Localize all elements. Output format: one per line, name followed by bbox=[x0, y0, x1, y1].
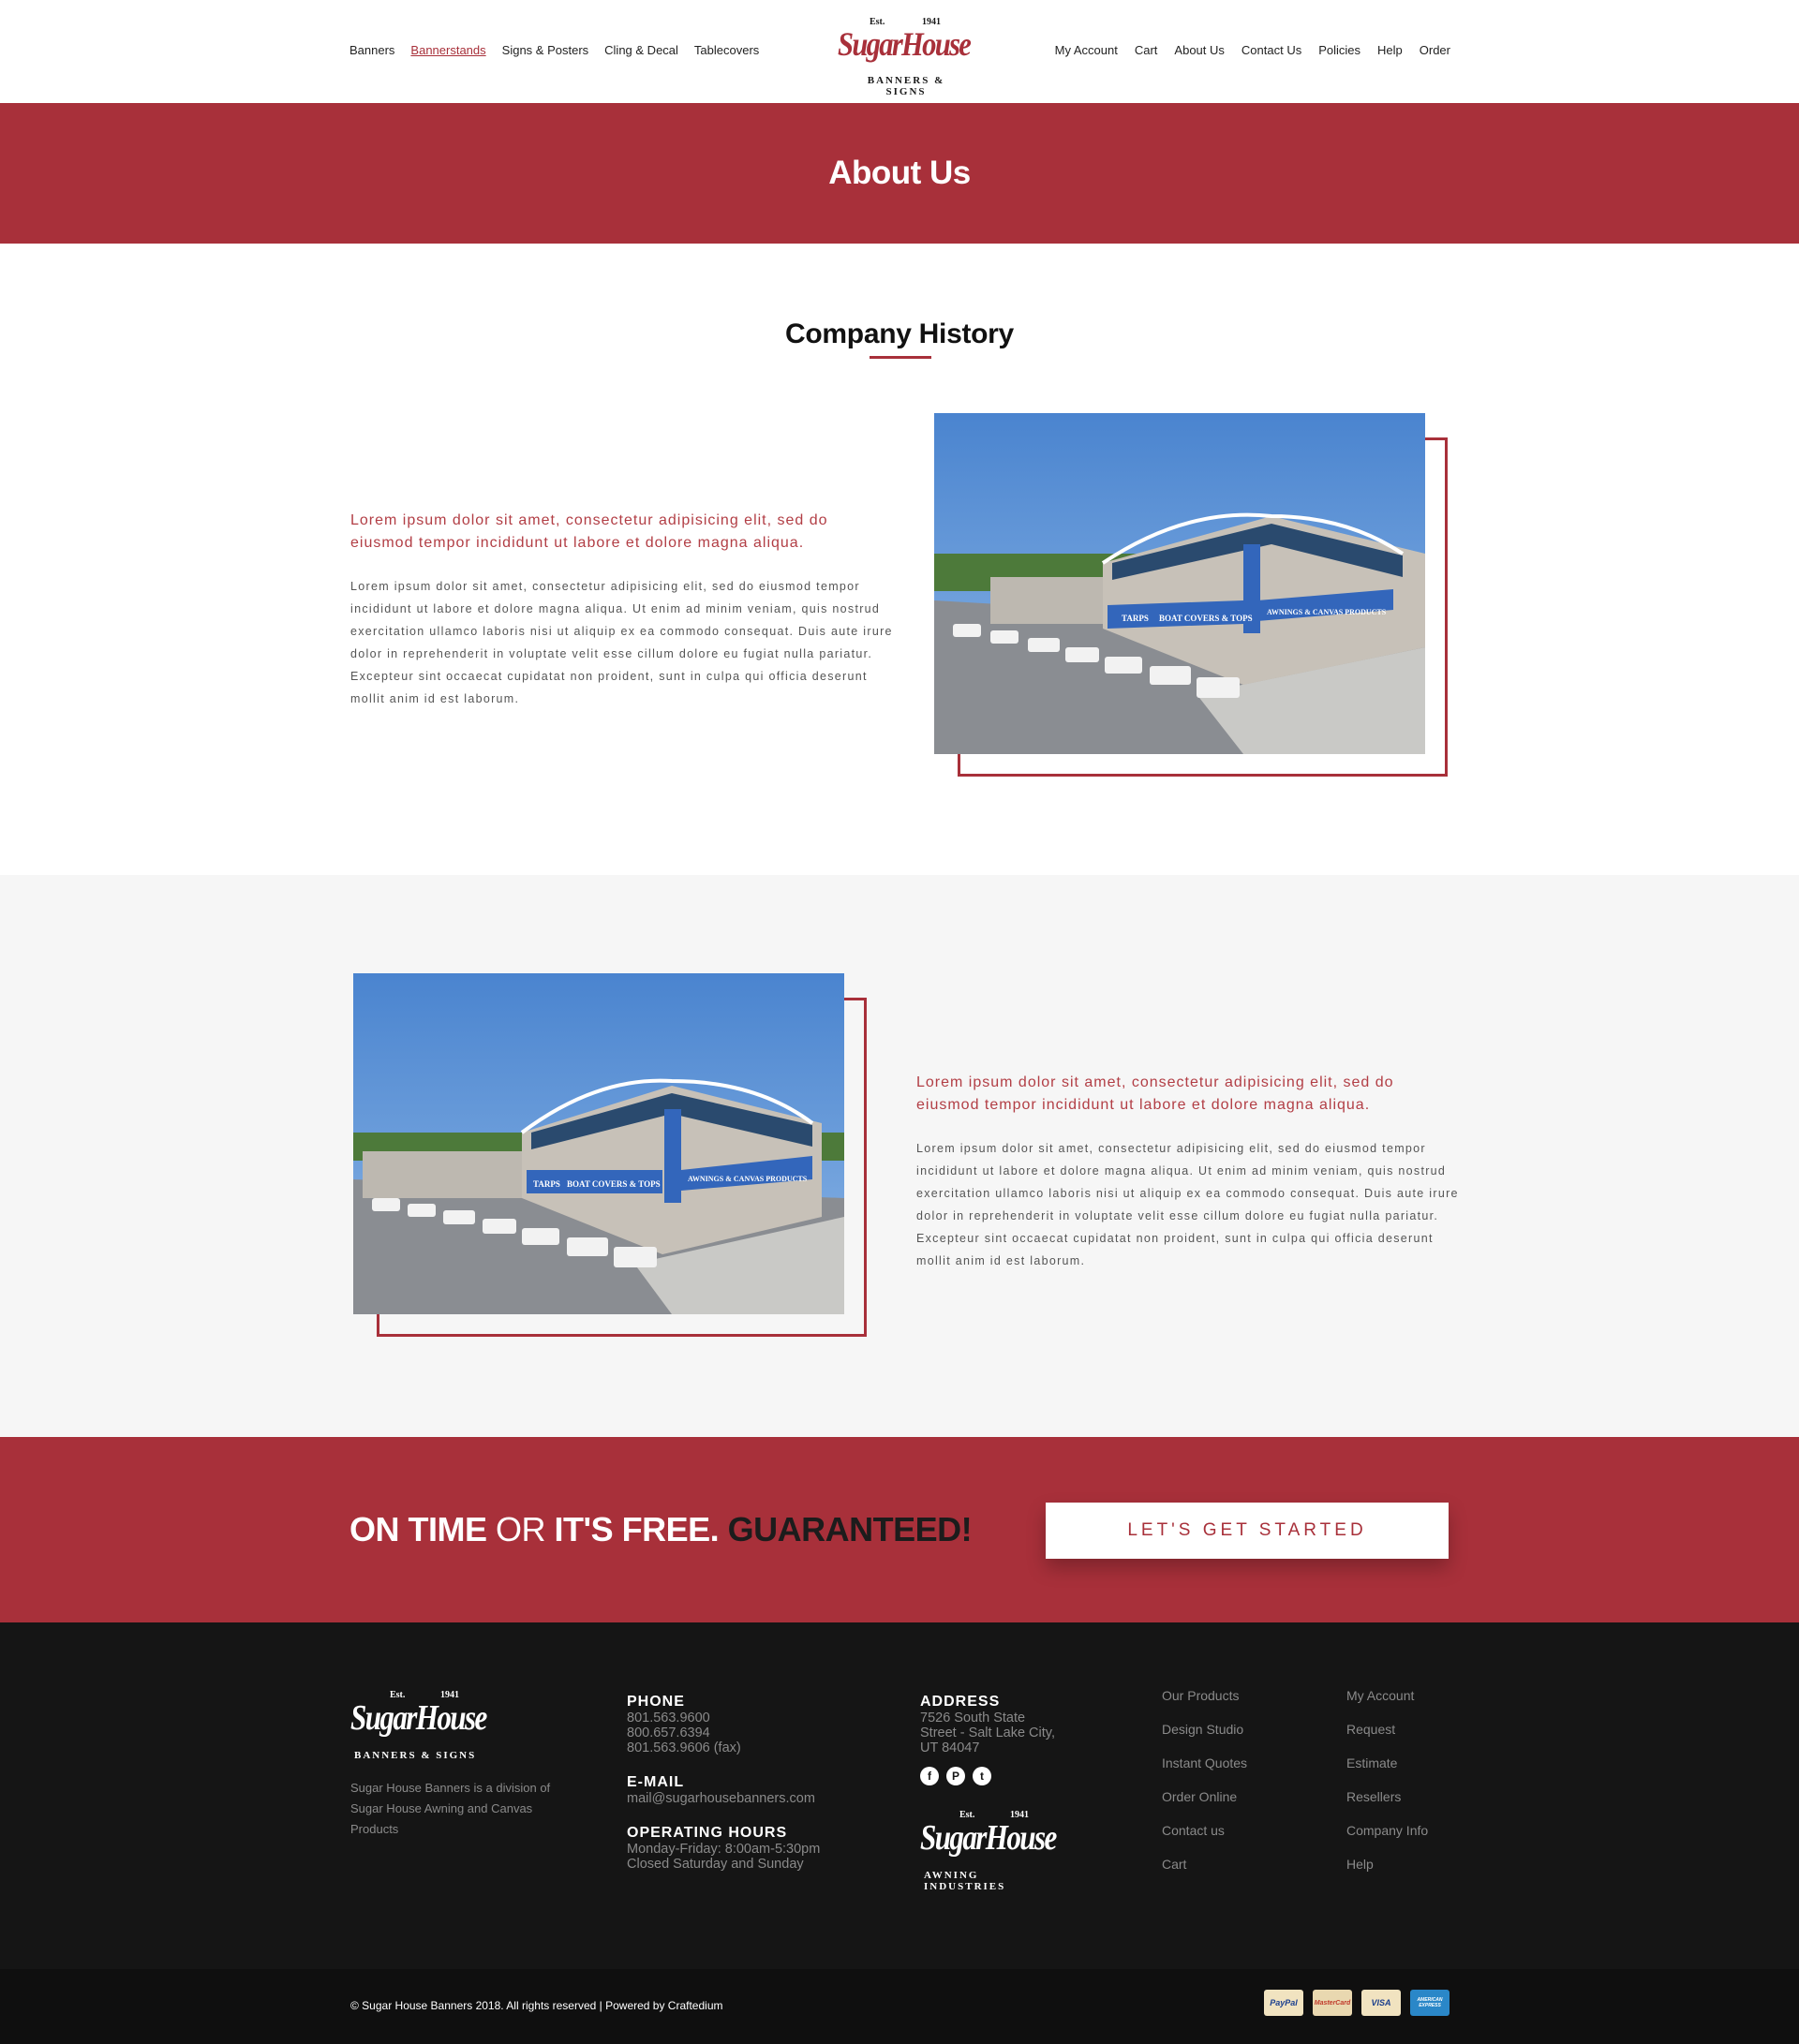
footer-logo-name: SugarHouse bbox=[350, 1698, 487, 1738]
nav-policies[interactable]: Policies bbox=[1318, 43, 1360, 57]
nav-cart[interactable]: Cart bbox=[1135, 43, 1158, 57]
nav-bannerstands[interactable]: Bannerstands bbox=[410, 43, 485, 57]
nav-contact-us[interactable]: Contact Us bbox=[1241, 43, 1301, 57]
phone-title: PHONE bbox=[627, 1694, 685, 1710]
get-started-button[interactable]: LET'S GET STARTED bbox=[1046, 1503, 1449, 1559]
sign-tarps-2: TARPS bbox=[533, 1179, 560, 1189]
history-photo-block-1: TARPS BOAT COVERS & TOPS AWNINGS & CANVA… bbox=[934, 413, 1448, 777]
twitter-icon[interactable]: t bbox=[973, 1767, 991, 1785]
address-line-2: Street - Salt Lake City, bbox=[920, 1726, 1055, 1740]
nav-help[interactable]: Help bbox=[1377, 43, 1403, 57]
page-title: About Us bbox=[828, 155, 971, 191]
primary-nav-left: Banners Bannerstands Signs & Posters Cli… bbox=[349, 43, 775, 57]
footer-link-resellers[interactable]: Resellers bbox=[1346, 1780, 1428, 1814]
cta-its-free: IT'S FREE. bbox=[554, 1510, 720, 1548]
section-title: Company History bbox=[785, 318, 1014, 349]
logo-subtitle: BANNERS & SIGNS bbox=[867, 75, 945, 97]
site-footer: Est. 1941 SugarHouse BANNERS & SIGNS Sug… bbox=[0, 1622, 1799, 1969]
nav-cling-decal[interactable]: Cling & Decal bbox=[604, 43, 678, 57]
footer-link-instant-quotes[interactable]: Instant Quotes bbox=[1162, 1746, 1247, 1780]
site-header: Banners Bannerstands Signs & Posters Cli… bbox=[0, 0, 1799, 103]
sign-awnings-2: AWNINGS & CANVAS PRODUCTS bbox=[688, 1175, 808, 1183]
logo-name: SugarHouse bbox=[838, 25, 972, 63]
address-line-3: UT 84047 bbox=[920, 1740, 980, 1755]
pinterest-icon[interactable]: P bbox=[946, 1767, 965, 1785]
footer-link-cart[interactable]: Cart bbox=[1162, 1847, 1247, 1881]
building-photo-2: TARPS BOAT COVERS & TOPS AWNINGS & CANVA… bbox=[353, 973, 844, 1314]
site-logo[interactable]: Est. 1941 SugarHouse BANNERS & SIGNS bbox=[834, 13, 972, 97]
guarantee-cta: ON TIME OR IT'S FREE. GUARANTEED! LET'S … bbox=[0, 1437, 1799, 1622]
hours-weekend: Closed Saturday and Sunday bbox=[627, 1857, 804, 1872]
phone-fax: 801.563.9606 (fax) bbox=[627, 1740, 741, 1755]
footer-logo-subtitle: BANNERS & SIGNS bbox=[354, 1750, 477, 1761]
footer-link-our-products[interactable]: Our Products bbox=[1162, 1679, 1247, 1712]
company-history-section: Company History Lorem ipsum dolor sit am… bbox=[0, 244, 1799, 875]
footer-link-estimate[interactable]: Estimate bbox=[1346, 1746, 1428, 1780]
mastercard-icon: MasterCard bbox=[1313, 1990, 1352, 2016]
copyright-text: © Sugar House Banners 2018. All rights r… bbox=[350, 1999, 723, 2012]
cta-or: OR bbox=[486, 1510, 555, 1548]
sign-boat-covers: BOAT COVERS & TOPS bbox=[1159, 614, 1253, 623]
address-line-1: 7526 South State bbox=[920, 1711, 1026, 1726]
nav-my-account[interactable]: My Account bbox=[1055, 43, 1118, 57]
history-text-block-1: Lorem ipsum dolor sit amet, consectetur … bbox=[350, 510, 894, 710]
footer-link-design-studio[interactable]: Design Studio bbox=[1162, 1712, 1247, 1746]
email-link[interactable]: mail@sugarhousebanners.com bbox=[627, 1791, 820, 1806]
facebook-icon[interactable]: f bbox=[920, 1767, 939, 1785]
footer-link-help[interactable]: Help bbox=[1346, 1847, 1428, 1881]
company-history-section-2: TARPS BOAT COVERS & TOPS AWNINGS & CANVA… bbox=[0, 875, 1799, 1437]
sign-awnings: AWNINGS & CANVAS PRODUCTS bbox=[1267, 608, 1387, 616]
social-links: f P t bbox=[920, 1767, 1055, 1785]
cta-on-time: ON TIME bbox=[349, 1510, 487, 1548]
footer-logo[interactable]: Est. 1941 SugarHouse BANNERS & SIGNS bbox=[350, 1688, 487, 1763]
history-text-block-2: Lorem ipsum dolor sit amet, consectetur … bbox=[916, 1072, 1460, 1272]
page-hero: About Us bbox=[0, 103, 1799, 244]
footer-description: Sugar House Banners is a division of Sug… bbox=[350, 1781, 551, 1836]
cta-guaranteed: GUARANTEED! bbox=[719, 1510, 973, 1548]
sign-tarps: TARPS bbox=[1122, 614, 1149, 623]
sign-boat-covers-2: BOAT COVERS & TOPS bbox=[567, 1179, 661, 1189]
section-title-underline bbox=[870, 356, 931, 359]
nav-order[interactable]: Order bbox=[1420, 43, 1450, 57]
amex-icon: AMERICAN EXPRESS bbox=[1410, 1990, 1450, 2016]
address-title: ADDRESS bbox=[920, 1694, 1001, 1710]
primary-nav-right: My Account Cart About Us Contact Us Poli… bbox=[1038, 43, 1450, 57]
phone-2[interactable]: 800.657.6394 bbox=[627, 1726, 820, 1740]
footer-logo2-name: SugarHouse bbox=[920, 1818, 1057, 1858]
footer-links-column-1: Our Products Design Studio Instant Quote… bbox=[1162, 1679, 1247, 1881]
nav-signs-posters[interactable]: Signs & Posters bbox=[502, 43, 589, 57]
payment-cards: PayPal MasterCard VISA AMERICAN EXPRESS bbox=[1264, 1990, 1450, 2016]
footer-link-request[interactable]: Request bbox=[1346, 1712, 1428, 1746]
footer-bottom-bar: © Sugar House Banners 2018. All rights r… bbox=[0, 1969, 1799, 2044]
footer-link-my-account[interactable]: My Account bbox=[1346, 1679, 1428, 1712]
visa-icon: VISA bbox=[1361, 1990, 1401, 2016]
history-photo-block-2: TARPS BOAT COVERS & TOPS AWNINGS & CANVA… bbox=[353, 973, 867, 1337]
history-lead-2: Lorem ipsum dolor sit amet, consectetur … bbox=[916, 1074, 1394, 1113]
hours-weekday: Monday-Friday: 8:00am-5:30pm bbox=[627, 1842, 821, 1857]
footer-logo2-subtitle: AWNING INDUSTRIES bbox=[924, 1870, 1006, 1892]
paypal-icon: PayPal bbox=[1264, 1990, 1303, 2016]
phone-1[interactable]: 801.563.9600 bbox=[627, 1711, 820, 1726]
footer-contact-column: PHONE 801.563.9600 800.657.6394 801.563.… bbox=[627, 1694, 820, 1872]
building-photo-1: TARPS BOAT COVERS & TOPS AWNINGS & CANVA… bbox=[934, 413, 1425, 754]
history-lead-1: Lorem ipsum dolor sit amet, consectetur … bbox=[350, 512, 828, 551]
hours-title: OPERATING HOURS bbox=[627, 1825, 788, 1841]
nav-banners[interactable]: Banners bbox=[349, 43, 394, 57]
nav-tablecovers[interactable]: Tablecovers bbox=[694, 43, 759, 57]
footer-address-column: ADDRESS 7526 South State Street - Salt L… bbox=[920, 1694, 1055, 1785]
guarantee-text: ON TIME OR IT'S FREE. GUARANTEED! bbox=[349, 1510, 973, 1549]
footer-link-company-info[interactable]: Company Info bbox=[1346, 1814, 1428, 1847]
history-body-2: Lorem ipsum dolor sit amet, consectetur … bbox=[916, 1142, 1459, 1267]
footer-links-column-2: My Account Request Estimate Resellers Co… bbox=[1346, 1679, 1428, 1881]
history-body-1: Lorem ipsum dolor sit amet, consectetur … bbox=[350, 580, 893, 705]
email-title: E-MAIL bbox=[627, 1774, 685, 1790]
awning-industries-logo[interactable]: Est. 1941 SugarHouse AWNING INDUSTRIES bbox=[920, 1808, 1057, 1892]
footer-link-order-online[interactable]: Order Online bbox=[1162, 1780, 1247, 1814]
nav-about-us[interactable]: About Us bbox=[1174, 43, 1224, 57]
footer-link-contact-us[interactable]: Contact us bbox=[1162, 1814, 1247, 1847]
